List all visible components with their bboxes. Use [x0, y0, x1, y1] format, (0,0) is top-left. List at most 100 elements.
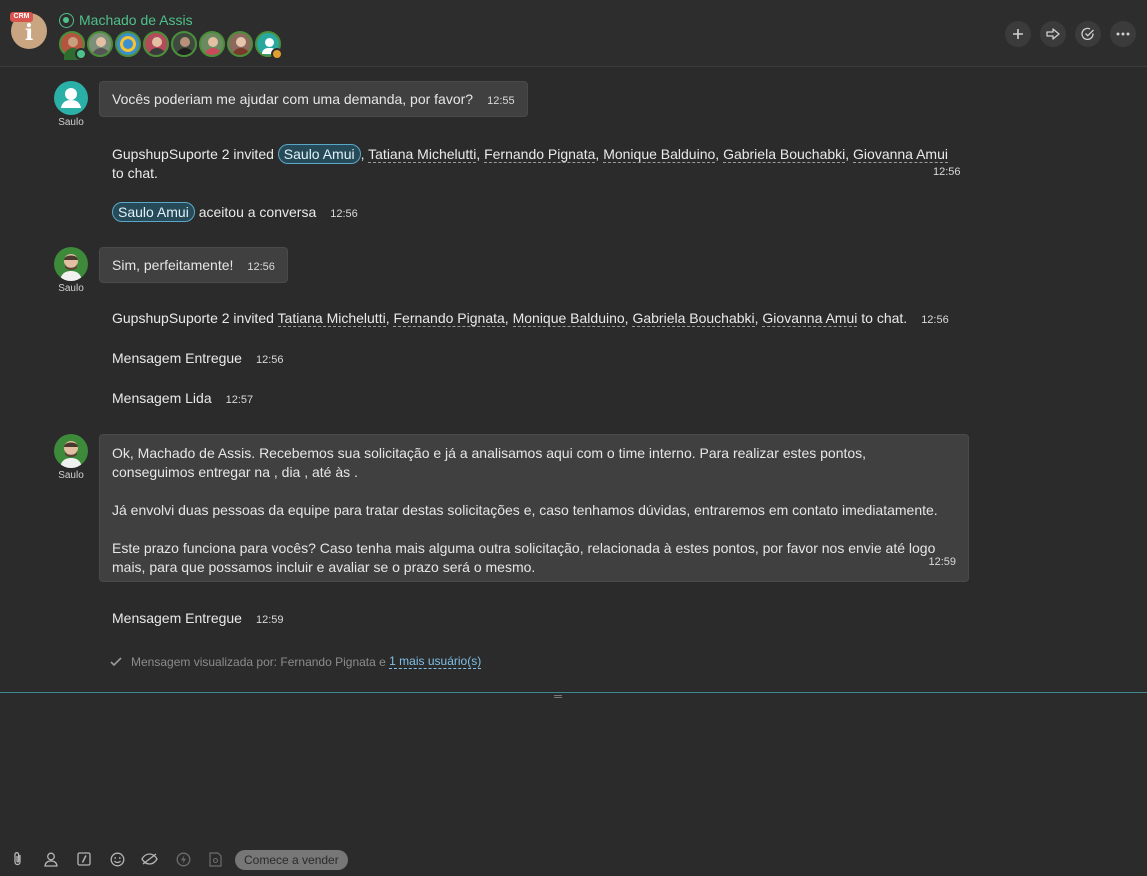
- message-text: conseguimos entregar na , dia , até às .: [112, 464, 358, 480]
- attach-button[interactable]: [9, 850, 27, 868]
- system-tail: to chat.: [861, 310, 908, 326]
- system-message-invite: GupshupSuporte 2 invited Saulo Amui, Tat…: [112, 144, 948, 181]
- message-text: Já envolvi duas pessoas da equipe para t…: [112, 502, 938, 518]
- invited-user[interactable]: Tatiana Michelutti: [277, 310, 386, 327]
- system-message-invite: GupshupSuporte 2 invited Tatiana Michelu…: [112, 310, 949, 327]
- message-bubble[interactable]: Ok, Machado de Assis. Recebemos sua soli…: [99, 434, 969, 582]
- read-receipt-text: Mensagem visualizada por: Fernando Pigna…: [131, 654, 386, 669]
- participant-avatar[interactable]: [199, 31, 225, 57]
- participant-avatar[interactable]: [59, 31, 87, 60]
- more-button[interactable]: [1110, 21, 1136, 47]
- system-message-delivered: Mensagem Entregue 12:56: [112, 350, 284, 366]
- system-actor: GupshupSuporte 2 invited: [112, 146, 274, 162]
- contact-name: Machado de Assis: [79, 12, 193, 28]
- resolve-button[interactable]: [1075, 21, 1101, 47]
- message-time: 12:56: [255, 354, 284, 366]
- message-text: Este prazo funciona para vocês? Caso ten…: [112, 540, 936, 556]
- message-time: 12:56: [933, 166, 961, 178]
- user-pill[interactable]: Saulo Amui: [112, 202, 195, 222]
- participant-avatar[interactable]: [87, 31, 113, 57]
- more-icon: [1116, 32, 1130, 36]
- invited-user[interactable]: Giovanna Amui: [762, 310, 858, 327]
- author-label: Saulo: [58, 283, 84, 294]
- message-bubble[interactable]: Sim, perfeitamente! 12:56: [99, 247, 288, 283]
- message-time: 12:57: [225, 394, 254, 406]
- person-icon: [44, 852, 58, 867]
- participants-list: [59, 31, 283, 60]
- invited-user[interactable]: Giovanna Amui: [853, 146, 948, 163]
- author-label: Saulo: [58, 470, 84, 481]
- message-time: 12:56: [330, 208, 358, 220]
- message-text: mais, para que possamos incluir e avalia…: [112, 559, 536, 575]
- system-text: Mensagem Entregue: [112, 350, 242, 366]
- system-tail: to chat.: [112, 165, 158, 181]
- message-text: Ok, Machado de Assis. Recebemos sua soli…: [112, 445, 867, 461]
- system-actor: GupshupSuporte 2 invited: [112, 310, 274, 326]
- message-input[interactable]: [0, 700, 1147, 840]
- message-text: Sim, perfeitamente!: [112, 257, 234, 273]
- participant-avatar[interactable]: [143, 31, 169, 57]
- check-icon: [110, 656, 122, 666]
- message-time: 12:55: [487, 95, 515, 107]
- message-time: 12:59: [928, 556, 956, 568]
- lightning-icon: [176, 852, 190, 866]
- shortcut-button[interactable]: [75, 850, 93, 868]
- avatar[interactable]: [54, 434, 88, 468]
- forward-icon: [1046, 28, 1060, 40]
- composer-divider: [0, 692, 1147, 693]
- more-viewers-link[interactable]: 1 mais usuário(s): [389, 654, 482, 669]
- invited-user[interactable]: Fernando Pignata: [484, 146, 596, 163]
- message-time: 12:56: [247, 261, 275, 273]
- invited-user[interactable]: Gabriela Bouchabki: [632, 310, 755, 327]
- message-bubble[interactable]: Vocês poderiam me ajudar com uma demanda…: [99, 81, 528, 117]
- template-icon: [208, 851, 222, 867]
- chat-header: i CRM Machado de Assis: [0, 0, 1147, 67]
- invited-user[interactable]: Tatiana Michelutti: [368, 146, 477, 163]
- user-pill[interactable]: Saulo Amui: [277, 144, 361, 164]
- transfer-button[interactable]: [1040, 21, 1066, 47]
- template-button[interactable]: [206, 850, 224, 868]
- participant-avatar[interactable]: [255, 31, 283, 60]
- participant-avatar[interactable]: [227, 31, 253, 57]
- system-text: Mensagem Lida: [112, 390, 212, 406]
- avatar[interactable]: [54, 247, 88, 281]
- invited-user[interactable]: Fernando Pignata: [393, 310, 505, 327]
- info-letter: i: [24, 20, 34, 46]
- message-list: Saulo Vocês poderiam me ajudar com uma d…: [0, 67, 1147, 692]
- system-message-delivered: Mensagem Entregue 12:59: [112, 610, 284, 626]
- resize-handle[interactable]: [554, 695, 562, 698]
- contact-button[interactable]: [42, 850, 60, 868]
- message-time: 12:59: [255, 614, 284, 626]
- author-label: Saulo: [58, 117, 84, 128]
- system-message-read: Mensagem Lida 12:57: [112, 390, 253, 406]
- check-circle-icon: [1081, 27, 1094, 41]
- paperclip-icon: [14, 852, 21, 866]
- start-selling-button[interactable]: Comece a vender: [235, 850, 348, 870]
- whatsapp-icon: [59, 12, 74, 28]
- hide-icon: [140, 853, 158, 865]
- message-text: Vocês poderiam me ajudar com uma demanda…: [112, 91, 474, 107]
- add-button[interactable]: [1005, 21, 1031, 47]
- participant-avatar[interactable]: [171, 31, 197, 57]
- private-note-button[interactable]: [140, 850, 158, 868]
- pending-badge-icon: [271, 48, 283, 60]
- slash-command-icon: [77, 852, 91, 866]
- system-text: aceitou a conversa: [198, 204, 317, 220]
- avatar[interactable]: [54, 81, 88, 115]
- user-photo-icon: [60, 441, 82, 468]
- user-photo-icon: [60, 254, 82, 281]
- invited-user[interactable]: Gabriela Bouchabki: [723, 146, 846, 163]
- quick-reply-button[interactable]: [174, 850, 192, 868]
- emoji-icon: [110, 852, 124, 866]
- whatsapp-badge-icon: [75, 48, 87, 60]
- system-message-accepted: Saulo Amui aceitou a conversa 12:56: [112, 202, 358, 222]
- invited-user[interactable]: Monique Balduino: [603, 146, 716, 163]
- emoji-button[interactable]: [108, 850, 126, 868]
- header-actions: [1005, 21, 1136, 47]
- system-text: Mensagem Entregue: [112, 610, 242, 626]
- contact-title[interactable]: Machado de Assis: [59, 11, 193, 29]
- invited-user[interactable]: Monique Balduino: [512, 310, 625, 327]
- read-receipt: Mensagem visualizada por: Fernando Pigna…: [110, 654, 482, 669]
- participant-avatar[interactable]: [115, 31, 141, 57]
- composer-toolbar: Comece a vender: [0, 848, 1147, 872]
